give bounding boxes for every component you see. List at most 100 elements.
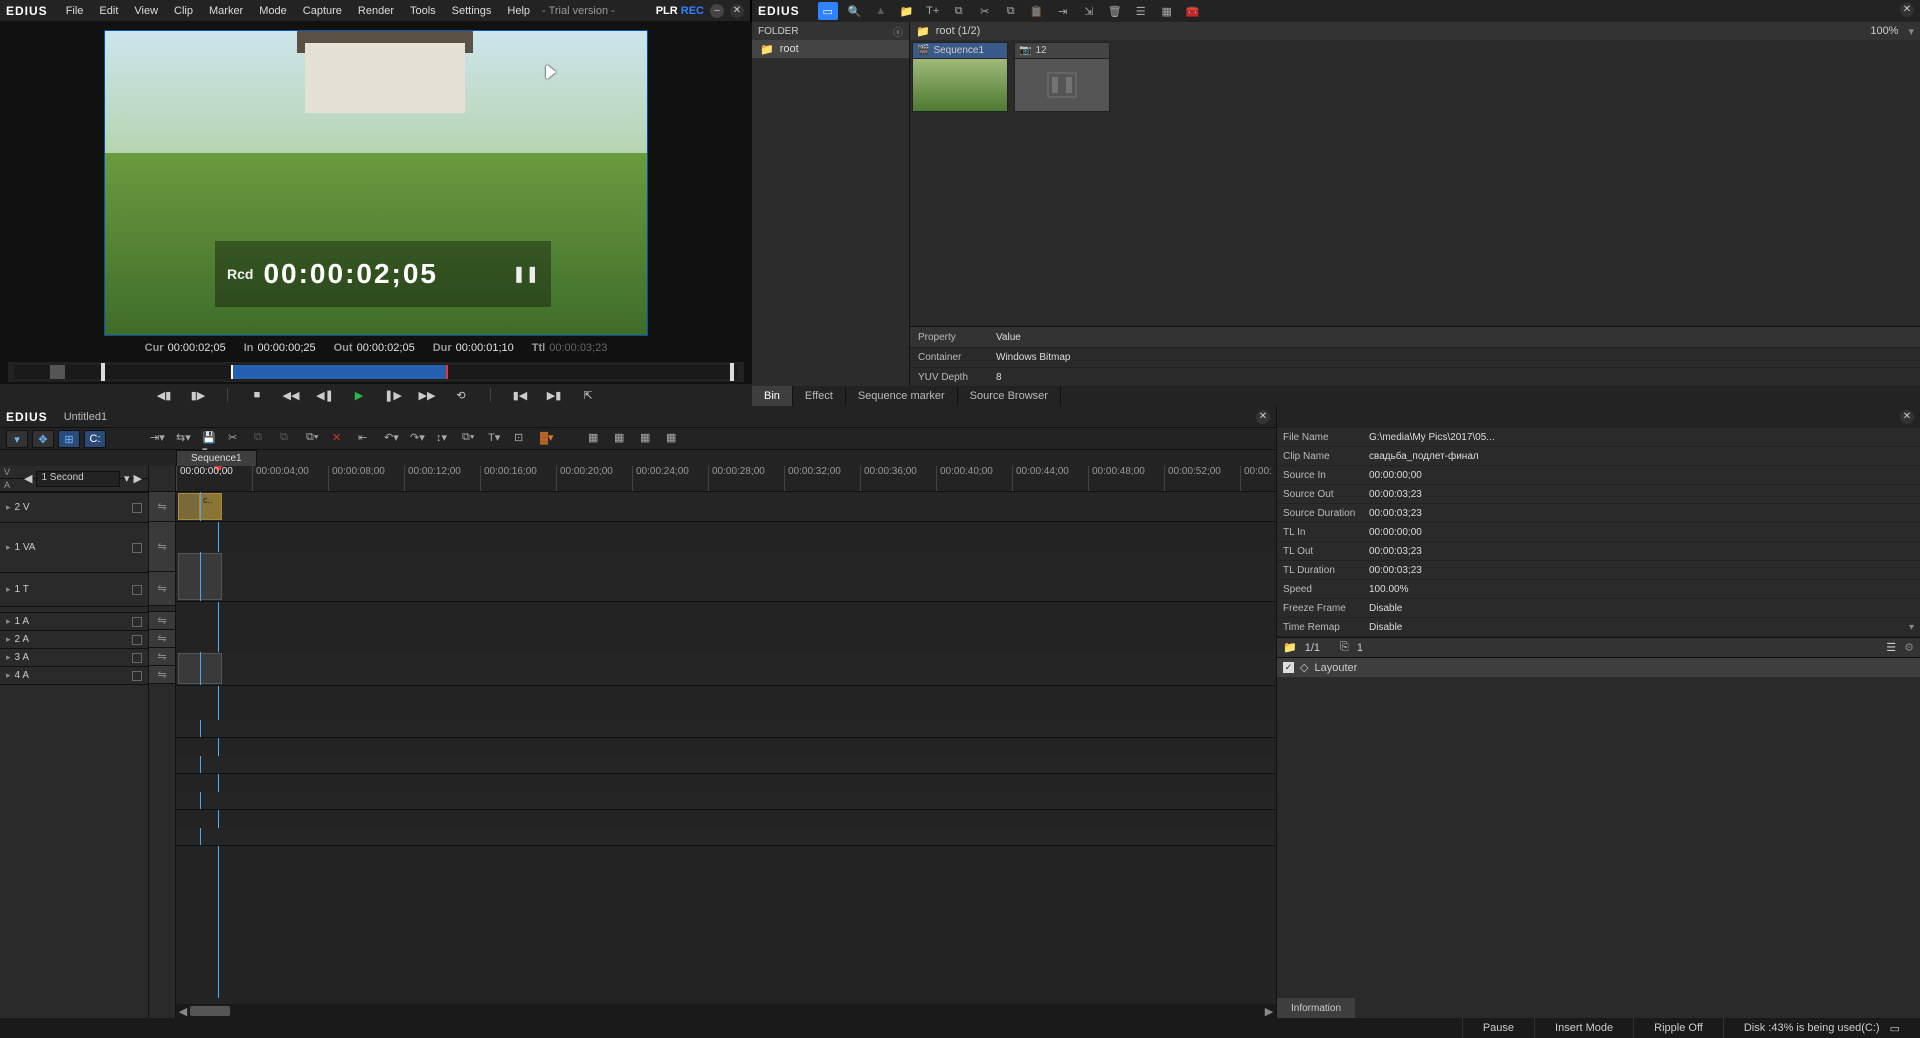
open-icon[interactable]: 📁 <box>898 2 916 20</box>
track-lane[interactable] <box>176 756 1276 774</box>
track-header[interactable]: ▸1 VA <box>0 523 148 573</box>
tools-icon[interactable]: 🧰 <box>1184 2 1202 20</box>
menu-marker[interactable]: Marker <box>201 0 251 22</box>
bin-item-12[interactable]: 📷12 <box>1014 42 1110 112</box>
new-sequence-icon[interactable]: ⧉ <box>950 2 968 20</box>
track-header[interactable]: ▸4 A <box>0 667 148 685</box>
folder-close-icon[interactable]: ⓧ <box>893 24 903 39</box>
tab-sequence-marker[interactable]: Sequence marker <box>846 386 958 406</box>
track-lane[interactable] <box>176 720 1276 738</box>
menu-view[interactable]: View <box>126 0 166 22</box>
track-lane[interactable] <box>176 828 1276 846</box>
tab-source-browser[interactable]: Source Browser <box>958 386 1061 406</box>
scrub-bar[interactable] <box>8 362 744 382</box>
play-button[interactable]: ▶ <box>350 387 368 403</box>
track-lane[interactable] <box>176 552 1276 602</box>
track-lane[interactable] <box>176 792 1276 810</box>
menu-settings[interactable]: Settings <box>444 0 500 22</box>
render-icon[interactable]: ▓▾ <box>540 431 556 447</box>
set-in-button[interactable]: ◀▮ <box>155 387 173 403</box>
track-patch[interactable]: ⇋ <box>149 666 175 684</box>
mode-multicam-icon[interactable]: ⊞ <box>58 430 80 448</box>
track-area[interactable]: с.. <box>176 492 1276 998</box>
title-icon[interactable]: T▾ <box>488 431 504 447</box>
timeline-scrollbar[interactable]: ◀ ▶ <box>176 1004 1276 1018</box>
close-icon[interactable]: ✕ <box>730 4 744 18</box>
expand-icon[interactable]: ▸ <box>6 652 11 663</box>
scroll-left-icon[interactable]: ◀ <box>176 1005 190 1018</box>
track-toggle[interactable] <box>132 617 142 627</box>
zoom-level[interactable]: 100% <box>1870 25 1898 37</box>
preview-monitor[interactable]: Rcd 00:00:02;05 ❚❚ <box>104 30 648 336</box>
track-header[interactable]: ▸2 V <box>0 493 148 523</box>
tab-bin[interactable]: Bin <box>752 386 793 406</box>
chevron-down-icon[interactable]: ▾ <box>1909 622 1914 633</box>
stop-button[interactable]: ■ <box>248 387 266 403</box>
scroll-thumb[interactable] <box>190 1006 230 1016</box>
copy-icon[interactable]: ⧉ <box>1002 2 1020 20</box>
menu-render[interactable]: Render <box>350 0 402 22</box>
zoom-select[interactable]: 1 Second <box>36 471 120 487</box>
step-fwd-button[interactable]: ❚▶ <box>384 387 402 403</box>
track-lane[interactable] <box>176 652 1276 686</box>
track-patch[interactable]: ⇋ <box>149 492 175 522</box>
list-icon[interactable]: ☰ <box>1132 2 1150 20</box>
fast-fwd-button[interactable]: ▶▶ <box>418 387 436 403</box>
layout-c-icon[interactable]: ▦ <box>640 431 656 447</box>
track-header[interactable]: ▸1 A <box>0 613 148 631</box>
ripple-delete-icon[interactable]: ⇤ <box>358 431 374 447</box>
split-icon[interactable]: ↕▾ <box>436 431 452 447</box>
redo-icon[interactable]: ↷▾ <box>410 431 426 447</box>
minimize-icon[interactable]: – <box>710 4 724 18</box>
menu-tools[interactable]: Tools <box>402 0 444 22</box>
next-edit-button[interactable]: ▶▮ <box>545 387 563 403</box>
track-toggle[interactable] <box>132 585 142 595</box>
sequence-tab[interactable]: Sequence1 <box>176 450 257 466</box>
scrub-handle-right[interactable] <box>730 363 734 381</box>
layout-b-icon[interactable]: ▦ <box>614 431 630 447</box>
prev-edit-button[interactable]: ▮◀ <box>511 387 529 403</box>
cut-icon[interactable]: ✂ <box>976 2 994 20</box>
vscope-icon[interactable]: ⊡ <box>514 431 530 447</box>
settings-icon[interactable]: ⚙ <box>1904 641 1914 654</box>
scrub-handle-left[interactable] <box>101 363 105 381</box>
layout-a-icon[interactable]: ▦ <box>588 431 604 447</box>
zoom-next-icon[interactable]: ▶ <box>134 472 142 485</box>
fx-enable-checkbox[interactable]: ✓ <box>1283 662 1294 673</box>
zoom-prev-icon[interactable]: ◀ <box>24 472 32 485</box>
track-patch[interactable]: ⇋ <box>149 522 175 572</box>
ripple-icon[interactable]: ⇆▾ <box>176 431 192 447</box>
track-toggle[interactable] <box>132 653 142 663</box>
delete-icon[interactable]: 🗑 <box>1106 2 1124 20</box>
expand-icon[interactable]: ▸ <box>6 634 11 645</box>
tab-information[interactable]: Information <box>1277 998 1355 1018</box>
menu-file[interactable]: File <box>58 0 92 22</box>
timeline-clip[interactable]: с.. <box>200 493 222 520</box>
replace-icon[interactable]: ⧉▾ <box>306 431 322 447</box>
track-toggle[interactable] <box>132 503 142 513</box>
expand-icon[interactable]: ▸ <box>6 502 11 513</box>
export-button[interactable]: ⇱ <box>579 387 597 403</box>
track-header[interactable]: ▸3 A <box>0 649 148 667</box>
mode-normal-icon[interactable]: ▾ <box>6 430 28 448</box>
track-patch[interactable]: ⇋ <box>149 572 175 606</box>
track-header[interactable]: ▸2 A <box>0 631 148 649</box>
track-toggle[interactable] <box>132 671 142 681</box>
search-icon[interactable]: 🔍 <box>846 2 864 20</box>
thumb-icon[interactable]: ▦ <box>1158 2 1176 20</box>
track-patch[interactable]: ⇋ <box>149 630 175 648</box>
expand-icon[interactable]: ▸ <box>6 616 11 627</box>
chevron-down-icon[interactable]: ▾ <box>1908 25 1914 38</box>
menu-help[interactable]: Help <box>499 0 538 22</box>
track-toggle[interactable] <box>132 635 142 645</box>
mode-group-icon[interactable]: C: <box>84 430 106 448</box>
chevron-down-icon[interactable]: ▾ <box>124 472 130 485</box>
folder-root[interactable]: 📁 root <box>752 40 909 58</box>
save-icon[interactable]: 💾▾ <box>202 431 218 447</box>
track-header[interactable]: ▸1 T <box>0 573 148 607</box>
cut2-icon[interactable]: ✂ <box>228 431 244 447</box>
list-icon[interactable]: ☰ <box>1886 641 1896 654</box>
mode-trim-icon[interactable]: ✥ <box>32 430 54 448</box>
menu-clip[interactable]: Clip <box>166 0 201 22</box>
menu-mode[interactable]: Mode <box>251 0 295 22</box>
